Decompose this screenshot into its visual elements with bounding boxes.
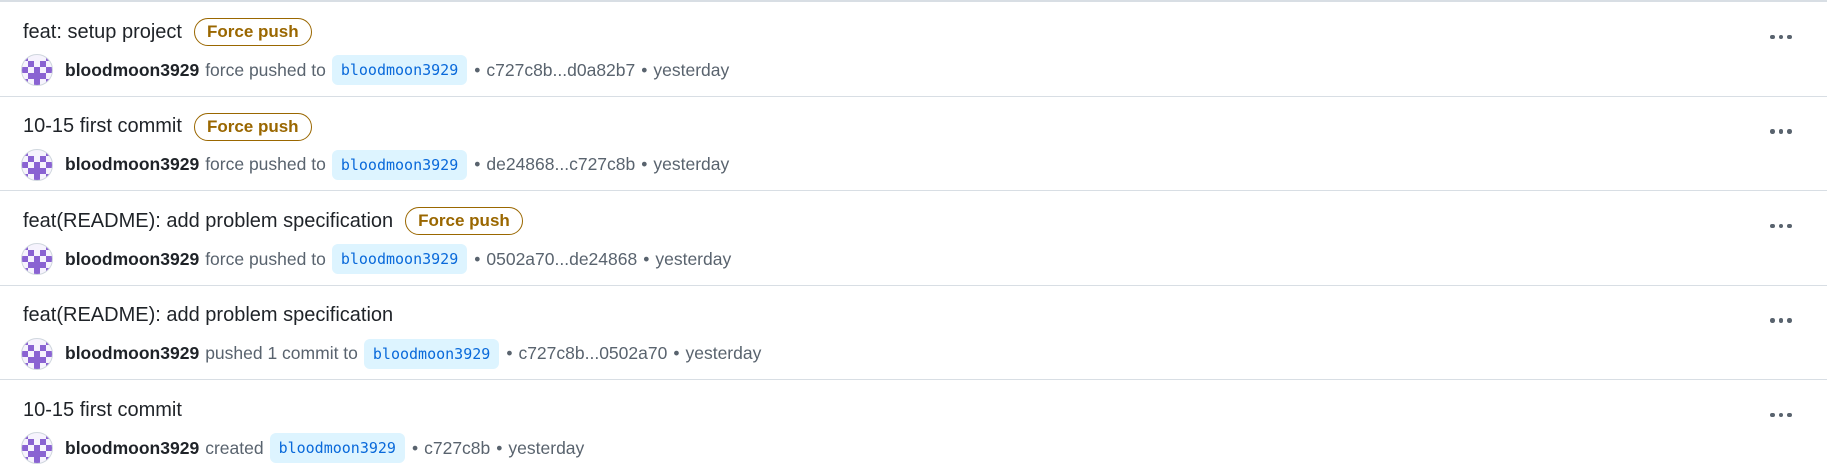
push-action-text: force pushed to — [205, 59, 326, 80]
timeline-item-header: feat(README): add problem specification — [23, 302, 393, 330]
branch-name-link[interactable]: bloodmoon3929 — [331, 244, 468, 274]
more-options-icon[interactable] — [1764, 24, 1798, 50]
commit-title[interactable]: 10-15 first commit — [23, 115, 182, 138]
commit-range-link[interactable]: de24868...c727c8b — [486, 154, 635, 175]
force-push-badge: Force push — [193, 112, 312, 141]
push-timeline: feat: setup project Force push bloodmoon… — [0, 2, 1827, 475]
author-link[interactable]: bloodmoon3929 — [65, 60, 199, 81]
more-options-icon[interactable] — [1764, 213, 1798, 239]
relative-time[interactable]: yesterday — [653, 60, 729, 81]
relative-time[interactable]: yesterday — [508, 438, 584, 459]
identicon-avatar-icon[interactable] — [21, 243, 53, 275]
author-link[interactable]: bloodmoon3929 — [65, 343, 199, 364]
author-link[interactable]: bloodmoon3929 — [65, 154, 199, 175]
identicon-avatar-icon[interactable] — [21, 337, 53, 370]
timeline-item-meta: bloodmoon3929 created bloodmoon3929 • c7… — [21, 431, 590, 465]
commit-range-link[interactable]: c727c8b...0502a70 — [518, 343, 667, 364]
relative-time[interactable]: yesterday — [655, 249, 731, 270]
commit-title[interactable]: feat(README): add problem specification — [23, 304, 393, 327]
timeline-item-header: 10-15 first commit — [23, 396, 182, 424]
more-options-icon[interactable] — [1764, 308, 1798, 334]
timeline-item: 10-15 first commit bloodmoon3929 created… — [0, 380, 1827, 475]
branch-name-link[interactable]: bloodmoon3929 — [331, 149, 468, 180]
separator-dot: • — [673, 343, 680, 363]
relative-time[interactable]: yesterday — [653, 154, 729, 175]
relative-time[interactable]: yesterday — [685, 343, 761, 364]
author-link[interactable]: bloodmoon3929 — [65, 249, 199, 270]
push-action-text: force pushed to — [205, 248, 326, 269]
separator-dot: • — [506, 343, 513, 363]
timeline-item: feat(README): add problem specification … — [0, 286, 1827, 380]
timeline-item-header: feat(README): add problem specification … — [23, 207, 523, 235]
more-options-icon[interactable] — [1764, 402, 1798, 428]
identicon-avatar-icon[interactable] — [21, 54, 53, 86]
timeline-item-meta: bloodmoon3929 force pushed to bloodmoon3… — [21, 242, 737, 276]
separator-dot: • — [641, 154, 648, 174]
branch-name-link[interactable]: bloodmoon3929 — [331, 55, 468, 85]
separator-dot: • — [411, 437, 419, 458]
timeline-item-meta: bloodmoon3929 force pushed to bloodmoon3… — [21, 53, 735, 87]
timeline-item: feat(README): add problem specification … — [0, 191, 1827, 286]
separator-dot: • — [643, 248, 650, 269]
timeline-item: 10-15 first commit Force push bloodmoon3… — [0, 97, 1827, 191]
commit-title[interactable]: feat: setup project — [23, 21, 182, 44]
commit-range-link[interactable]: c727c8b — [424, 438, 490, 459]
timeline-item-meta: bloodmoon3929 pushed 1 commit to bloodmo… — [21, 337, 767, 371]
commit-title[interactable]: 10-15 first commit — [23, 399, 182, 422]
timeline-item: feat: setup project Force push bloodmoon… — [0, 2, 1827, 97]
timeline-item-header: feat: setup project Force push — [23, 18, 312, 46]
push-action-text: pushed 1 commit to — [205, 343, 358, 363]
timeline-item-meta: bloodmoon3929 force pushed to bloodmoon3… — [21, 148, 735, 182]
force-push-badge: Force push — [405, 207, 523, 235]
force-push-badge: Force push — [193, 18, 312, 46]
push-action-text: created — [205, 437, 264, 458]
commit-range-link[interactable]: c727c8b...d0a82b7 — [486, 60, 635, 81]
separator-dot: • — [496, 437, 503, 458]
author-link[interactable]: bloodmoon3929 — [65, 438, 199, 459]
separator-dot: • — [474, 154, 481, 174]
identicon-avatar-icon[interactable] — [21, 148, 53, 181]
commit-range-link[interactable]: 0502a70...de24868 — [486, 249, 637, 270]
branch-name-link[interactable]: bloodmoon3929 — [269, 433, 405, 463]
more-options-icon[interactable] — [1764, 119, 1798, 145]
separator-dot: • — [641, 59, 648, 80]
branch-name-link[interactable]: bloodmoon3929 — [363, 338, 500, 369]
push-action-text: force pushed to — [205, 154, 326, 174]
timeline-item-header: 10-15 first commit Force push — [23, 112, 312, 141]
separator-dot: • — [474, 248, 481, 269]
commit-title[interactable]: feat(README): add problem specification — [23, 210, 393, 233]
identicon-avatar-icon[interactable] — [21, 432, 53, 464]
separator-dot: • — [474, 59, 481, 80]
